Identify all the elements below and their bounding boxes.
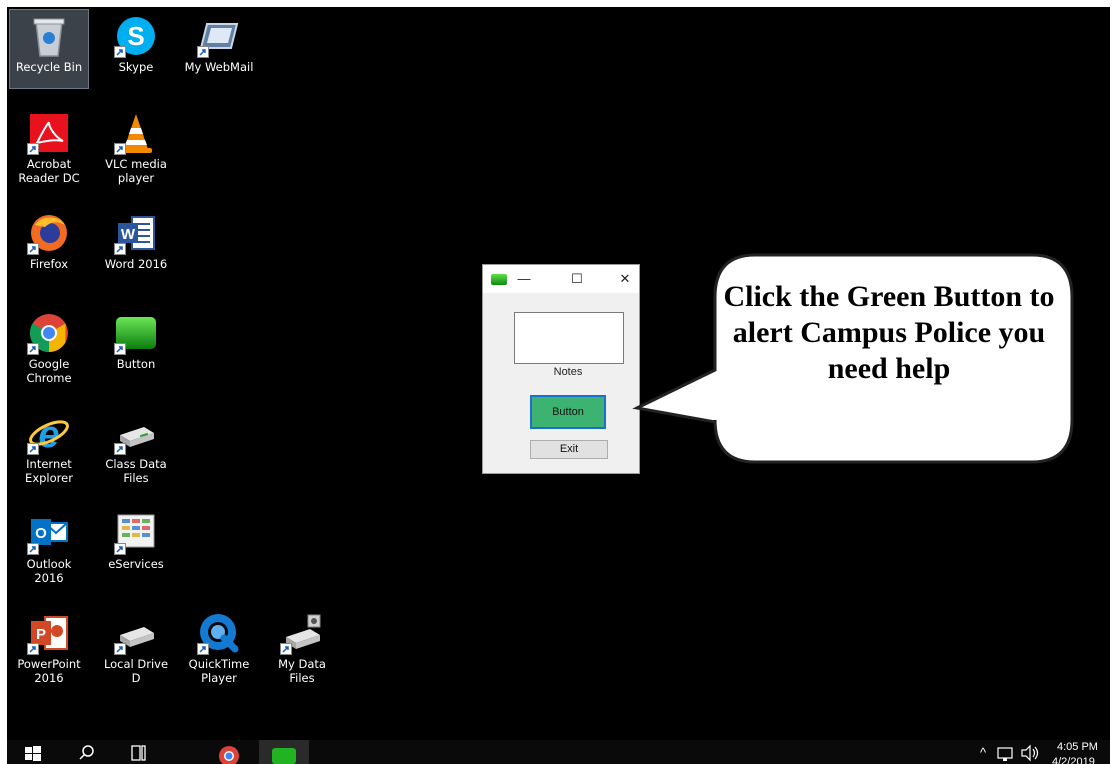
desktop-icon-outlook[interactable]: O Outlook 2016 [10, 507, 88, 585]
svg-text:e: e [38, 414, 59, 455]
tray-overflow-chevron[interactable]: ^ [975, 740, 991, 764]
desktop-icon-label: Internet Explorer [25, 457, 73, 485]
desktop-icon-label: PowerPoint 2016 [17, 657, 81, 685]
taskbar: ^ 4:05 PM 4/2/2019 [7, 740, 1110, 764]
start-icon[interactable] [21, 740, 45, 764]
svg-text:W: W [121, 226, 136, 243]
shortcut-arrow-icon [114, 643, 126, 655]
desktop-icon-quicktime[interactable]: QuickTime Player [180, 607, 258, 685]
shortcut-arrow-icon [27, 543, 39, 555]
quicktime-icon [197, 611, 241, 655]
desktop-icon-powerpoint[interactable]: P PowerPoint 2016 [10, 607, 88, 685]
desktop-icon-label: eServices [108, 557, 164, 571]
window-titlebar[interactable]: — ☐ ✕ [483, 265, 639, 293]
svg-text:O: O [35, 525, 47, 542]
instruction-callout: Click the Green Button to alert Campus P… [627, 252, 1077, 467]
minimize-button[interactable]: — [511, 267, 537, 291]
shortcut-arrow-icon [27, 343, 39, 355]
volume-icon[interactable] [1019, 740, 1041, 764]
desktop-icon-label: Skype [118, 60, 154, 74]
green-button-app-icon [491, 274, 507, 285]
desktop-icon-label: Class Data Files [105, 457, 167, 485]
green-button-app-icon [114, 311, 158, 355]
shortcut-arrow-icon [27, 643, 39, 655]
desktop-icon-skype[interactable]: S Skype [97, 10, 175, 88]
desktop-icon-label: Google Chrome [26, 357, 72, 385]
search-icon[interactable] [75, 740, 99, 764]
desktop-icon-label: Firefox [29, 257, 69, 271]
desktop-icon-label: VLC media player [105, 157, 167, 185]
shortcut-arrow-icon [27, 143, 39, 155]
green-button-app-icon[interactable] [259, 740, 309, 764]
desktop-icon-label: Local Drive D [103, 657, 169, 685]
shortcut-arrow-icon [114, 443, 126, 455]
desktop-icon-internet-explorer[interactable]: e Internet Explorer [10, 407, 88, 485]
desktop-icon-label: Recycle Bin [15, 60, 83, 74]
outlook-icon: O [27, 511, 71, 555]
desktop-icon-label: Button [116, 357, 156, 371]
recycle-bin-icon [27, 14, 71, 58]
desktop-icon-acrobat[interactable]: Acrobat Reader DC [10, 107, 88, 185]
desktop-icon-button-app[interactable]: Button [97, 307, 175, 385]
shortcut-arrow-icon [114, 143, 126, 155]
network-drive-icon [114, 411, 158, 455]
desktop-icon-label: My Data Files [278, 657, 326, 685]
desktop-icon-label: Acrobat Reader DC [18, 157, 80, 185]
internet-explorer-icon: e [27, 411, 71, 455]
desktop-icon-vlc[interactable]: VLC media player [97, 107, 175, 185]
chrome-icon[interactable] [214, 740, 244, 764]
acrobat-icon [27, 111, 71, 155]
exit-button[interactable]: Exit [530, 440, 608, 459]
svg-text:S: S [127, 21, 144, 51]
shortcut-arrow-icon [27, 243, 39, 255]
button-app-window: — ☐ ✕ Notes Button Exit [482, 264, 640, 474]
clock-time[interactable]: 4:05 PM [1057, 741, 1098, 753]
shortcut-arrow-icon [27, 443, 39, 455]
shortcut-arrow-icon [280, 643, 292, 655]
shortcut-arrow-icon [197, 46, 209, 58]
network-drive-icon [280, 611, 324, 655]
callout-text: Click the Green Button to alert Campus P… [723, 280, 1055, 385]
desktop-icon-label: Word 2016 [104, 257, 168, 271]
shortcut-arrow-icon [114, 243, 126, 255]
desktop-icon-my-webmail[interactable]: My WebMail [180, 10, 258, 88]
desktop-icon-label: QuickTime Player [188, 657, 250, 685]
desktop-icon-local-drive-d[interactable]: Local Drive D [97, 607, 175, 685]
notes-label: Notes [553, 366, 583, 378]
shortcut-arrow-icon [114, 343, 126, 355]
desktop-icon-class-data-files[interactable]: Class Data Files [97, 407, 175, 485]
desktop-icon-my-data-files[interactable]: My Data Files [263, 607, 341, 685]
desktop-icon-label: My WebMail [184, 60, 254, 74]
shortcut-arrow-icon [114, 46, 126, 58]
clock-date[interactable]: 4/2/2019 [1052, 756, 1095, 764]
drive-icon [114, 611, 158, 655]
desktop-icon-label: Outlook 2016 [26, 557, 72, 585]
desktop-icon-eservices[interactable]: eServices [97, 507, 175, 585]
maximize-button[interactable]: ☐ [564, 267, 590, 291]
desktop: Recycle Bin S Skype My WebMail Acrobat R… [7, 7, 1110, 740]
word-icon: W [114, 211, 158, 255]
alert-green-button[interactable]: Button [530, 395, 606, 429]
shortcut-arrow-icon [197, 643, 209, 655]
svg-text:P: P [36, 626, 46, 643]
desktop-icon-firefox[interactable]: Firefox [10, 207, 88, 285]
firefox-icon [27, 211, 71, 255]
chrome-icon [27, 311, 71, 355]
eservices-icon [114, 511, 158, 555]
notes-textbox[interactable] [514, 312, 624, 364]
task-view-icon[interactable] [127, 740, 151, 764]
vlc-icon [114, 111, 158, 155]
shortcut-arrow-icon [114, 543, 126, 555]
webmail-icon [197, 14, 241, 58]
network-icon[interactable] [995, 740, 1015, 764]
skype-icon: S [114, 14, 158, 58]
desktop-icon-word[interactable]: W Word 2016 [97, 207, 175, 285]
desktop-icon-recycle-bin[interactable]: Recycle Bin [9, 9, 89, 89]
powerpoint-icon: P [27, 611, 71, 655]
desktop-icon-chrome[interactable]: Google Chrome [10, 307, 88, 385]
